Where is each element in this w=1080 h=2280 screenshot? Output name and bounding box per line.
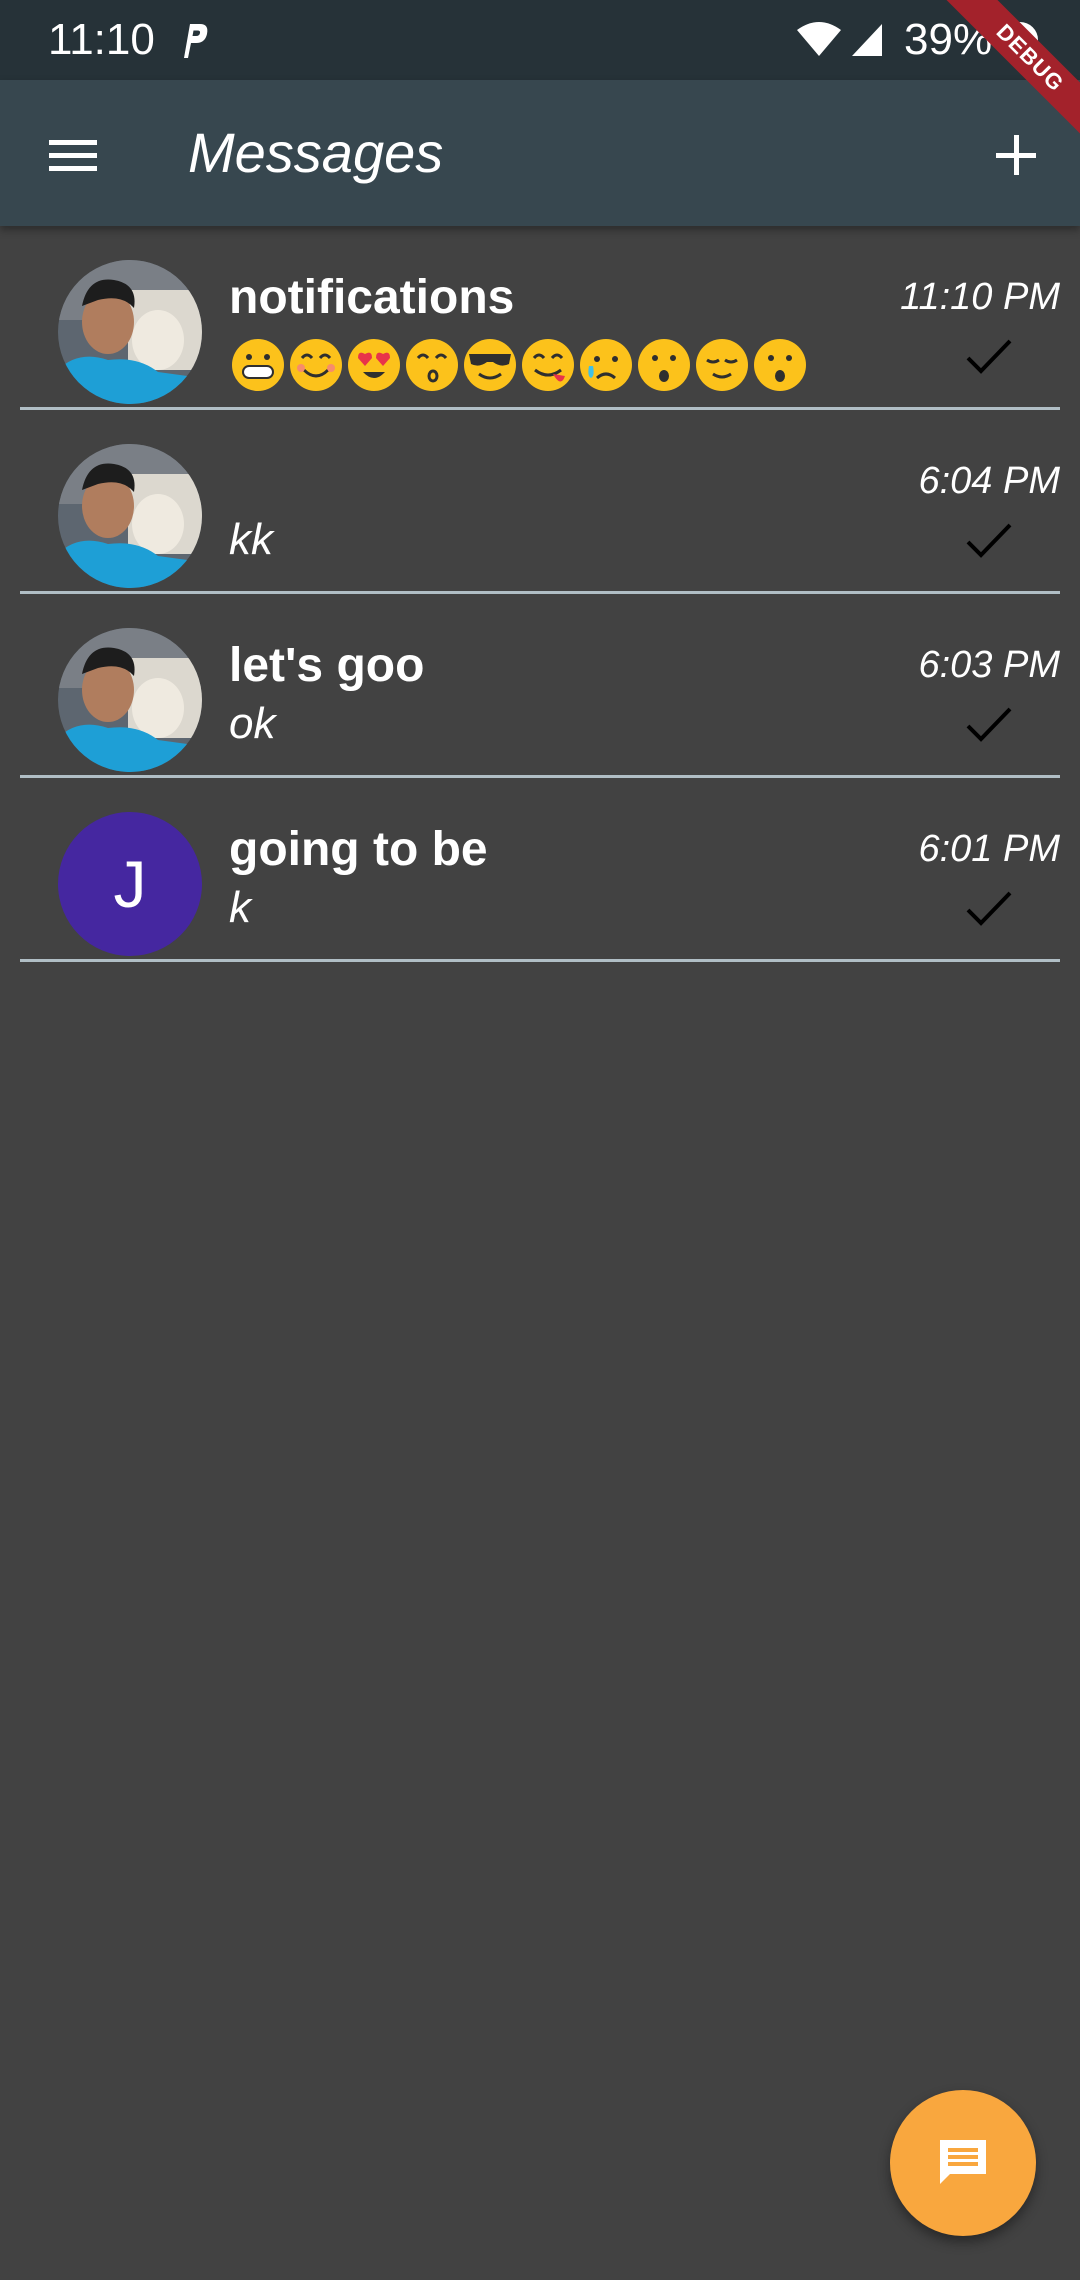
conversation-item[interactable]: kk 6:04 PM xyxy=(20,410,1060,594)
emoji-icon xyxy=(464,339,516,391)
emoji-icon xyxy=(406,339,458,391)
app-bar: Messages xyxy=(0,80,1080,226)
conversation-item[interactable]: let's goo ok 6:03 PM xyxy=(20,594,1060,778)
conversation-preview: ok xyxy=(229,699,276,748)
debug-banner-clip: DEBUG xyxy=(920,0,1080,160)
check-icon xyxy=(966,891,1012,926)
conversation-item[interactable]: notifications 😁😊😍😙😎😋😥😯😌😯 11:10 PM xyxy=(20,226,1060,410)
debug-banner: DEBUG xyxy=(925,0,1080,160)
conversation-item[interactable]: J going to be k 6:01 PM xyxy=(20,778,1060,962)
signal-icon xyxy=(852,24,882,56)
avatar xyxy=(58,444,202,588)
avatar xyxy=(58,628,202,772)
check-icon xyxy=(966,339,1012,374)
conversation-preview: kk xyxy=(229,515,273,564)
status-time: 11:10 xyxy=(48,15,155,64)
menu-icon[interactable] xyxy=(34,120,114,190)
emoji-icon xyxy=(638,339,690,391)
emoji-icon xyxy=(348,339,400,391)
check-icon xyxy=(966,523,1012,558)
emoji-icon xyxy=(290,339,342,391)
avatar xyxy=(58,260,202,404)
conversation-time: 6:04 PM xyxy=(918,460,1060,502)
conversation-time: 6:01 PM xyxy=(918,828,1060,870)
emoji-icon xyxy=(232,339,284,391)
conversation-name: going to be xyxy=(229,823,488,876)
conversation-preview: k xyxy=(229,883,251,932)
chat-icon xyxy=(940,2140,986,2184)
conversation-list: notifications 😁😊😍😙😎😋😥😯😌😯 11:10 PM xyxy=(0,226,1080,962)
new-message-fab[interactable] xyxy=(890,2090,1036,2236)
emoji-icon xyxy=(522,339,574,391)
emoji-icon xyxy=(696,339,748,391)
conversation-time: 6:03 PM xyxy=(918,644,1060,686)
conversation-time: 11:10 PM xyxy=(900,276,1060,318)
avatar-initial: J xyxy=(113,847,147,921)
messages-screen: 11:10 39% DEBUG Messages notifications 1… xyxy=(0,0,1080,2280)
emoji-icon xyxy=(580,339,632,391)
wifi-icon xyxy=(797,22,841,56)
emoji-icon xyxy=(754,339,806,391)
page-title: Messages xyxy=(188,121,444,184)
conversation-name: notifications xyxy=(229,271,515,324)
conversation-preview xyxy=(229,336,809,394)
parking-app-icon xyxy=(184,24,208,58)
avatar: J xyxy=(58,812,202,956)
check-icon xyxy=(966,707,1012,742)
conversation-name: let's goo xyxy=(229,639,425,692)
status-bar: 11:10 39% xyxy=(0,0,1080,80)
